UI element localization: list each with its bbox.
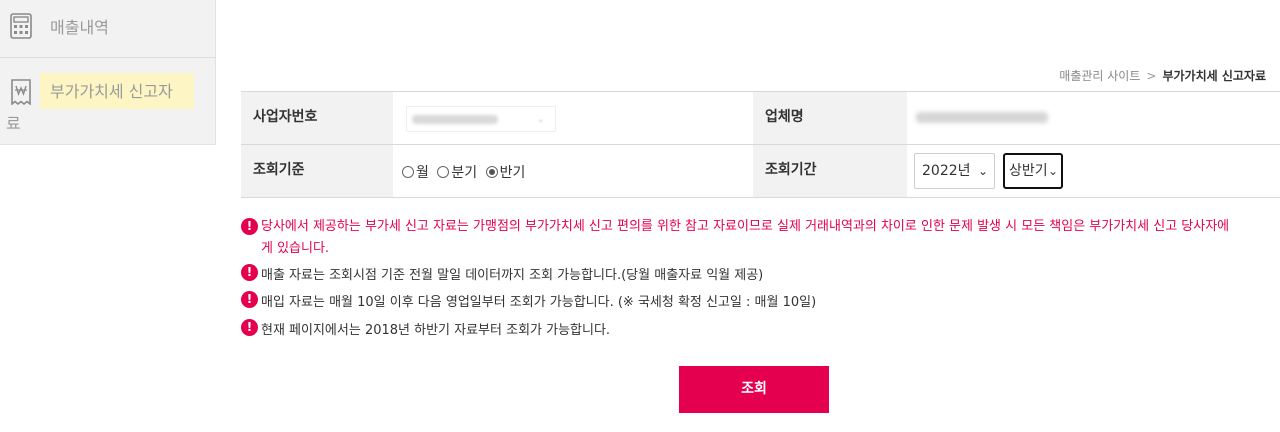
radio-label: 반기 (499, 165, 526, 181)
redacted-business-number (412, 115, 498, 124)
chevron-down-icon: ⌄ (977, 164, 988, 178)
breadcrumb: 매출관리 사이트 > 부가가치세 신고자료 (1059, 67, 1266, 84)
calculator-icon (10, 13, 32, 39)
half-select-value: 상반기 (1009, 163, 1048, 179)
notice-text: 매출 자료는 조회시점 기준 전월 말일 데이터까지 조회 가능합니다.(당월 … (261, 268, 764, 283)
breadcrumb-separator: > (1146, 69, 1157, 83)
form-row-business: 사업자번호 ⌄ 업체명 (241, 92, 1280, 145)
radio-month[interactable]: 월 (402, 162, 429, 182)
notice-item: ! 당사에서 제공하는 부가세 신고 자료는 가맹점의 부가가치세 신고 편의를… (241, 216, 1241, 260)
redacted-company-name (916, 112, 1048, 123)
notice-text: 당사에서 제공하는 부가세 신고 자료는 가맹점의 부가가치세 신고 편의를 위… (261, 219, 1230, 256)
search-button[interactable]: 조회 (679, 366, 829, 413)
criteria-radio-group: 월 분기 반기 (402, 162, 529, 182)
receipt-won-icon (10, 79, 32, 106)
breadcrumb-current: 부가가치세 신고자료 (1162, 69, 1266, 83)
business-number-select[interactable]: ⌄ (406, 106, 556, 132)
radio-half[interactable]: 반기 (485, 162, 526, 182)
radio-label: 분기 (451, 165, 478, 181)
sidebar-item-vat-report[interactable]: 부가가치세 신고자 료 (0, 59, 216, 144)
sidebar-item-sales-history[interactable]: 매출내역 (0, 0, 216, 58)
radio-dot-selected[interactable] (485, 166, 498, 178)
sidebar-item-label-wrap: 료 (6, 114, 21, 133)
notice-item: ! 현재 페이지에서는 2018년 하반기 자료부터 조회가 가능합니다. (241, 319, 610, 338)
criteria-label: 조회기준 (241, 145, 393, 197)
company-name-label: 업체명 (753, 92, 907, 144)
exclamation-icon: ! (241, 218, 258, 235)
radio-label: 월 (416, 165, 429, 181)
year-select[interactable]: 2022년 ⌄ (914, 153, 995, 189)
notice-item: ! 매출 자료는 조회시점 기준 전월 말일 데이터까지 조회 가능합니다.(당… (241, 264, 763, 283)
period-label: 조회기간 (753, 145, 907, 197)
exclamation-icon: ! (241, 319, 258, 336)
sidebar: 매출내역 부가가치세 신고자 료 (0, 0, 216, 145)
form-row-period: 조회기준 월 분기 반기 조회기간 2022년 ⌄ 상반기 ⌄ (241, 145, 1280, 198)
breadcrumb-parent[interactable]: 매출관리 사이트 (1059, 69, 1140, 83)
search-form: 사업자번호 ⌄ 업체명 조회기준 월 분기 반기 조회기간 2022년 ⌄ 상반… (241, 91, 1280, 198)
sidebar-item-label: 부가가치세 신고자 (50, 82, 173, 101)
chevron-down-icon: ⌄ (1047, 164, 1058, 178)
notice-item: ! 매입 자료는 매월 10일 이후 다음 영업일부터 조회가 가능합니다. (… (241, 291, 816, 310)
exclamation-icon: ! (241, 264, 258, 281)
half-select[interactable]: 상반기 ⌄ (1003, 153, 1063, 189)
notice-text: 매입 자료는 매월 10일 이후 다음 영업일부터 조회가 가능합니다. (※ … (261, 295, 817, 310)
year-select-value: 2022년 (922, 163, 971, 179)
radio-dot[interactable] (437, 166, 450, 178)
chevron-down-icon: ⌄ (536, 114, 545, 125)
radio-dot[interactable] (402, 166, 414, 178)
notice-text: 현재 페이지에서는 2018년 하반기 자료부터 조회가 가능합니다. (261, 323, 611, 338)
radio-quarter[interactable]: 분기 (437, 162, 477, 182)
business-number-label: 사업자번호 (241, 92, 393, 144)
exclamation-icon: ! (241, 291, 258, 308)
sidebar-item-label: 매출내역 (50, 18, 109, 37)
